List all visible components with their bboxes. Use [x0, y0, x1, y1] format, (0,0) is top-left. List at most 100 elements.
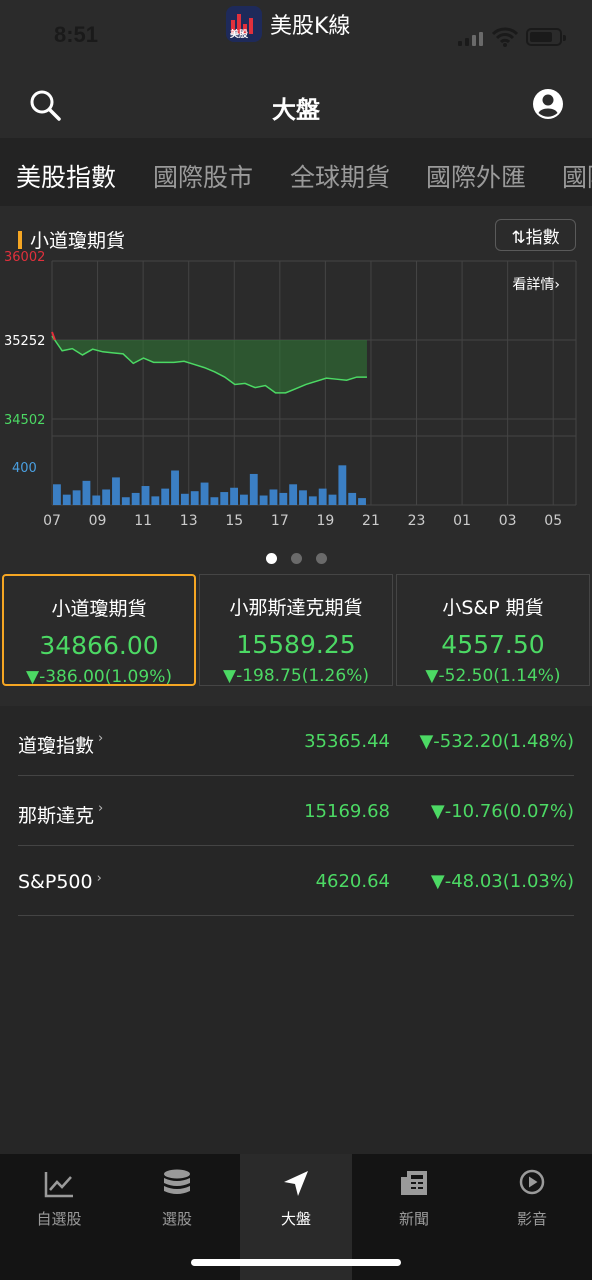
volume-bar [348, 492, 357, 505]
x-tick-label: 09 [89, 513, 107, 529]
cellular-signal-icon [458, 30, 483, 46]
y-tick-label: 35252 [4, 334, 45, 349]
futures-cards: 小道瓊期貨 34866.00 ▼-386.00(1.09%) 小那斯達克期貨 1… [0, 572, 592, 688]
x-tick-label: 17 [271, 513, 289, 529]
y-tick-label: 34502 [4, 413, 45, 428]
x-tick-label: 15 [225, 513, 243, 529]
app-indicator: 美股 美股K線 [226, 6, 350, 42]
volume-bar [180, 493, 189, 505]
tabbar-label: 影音 [516, 1210, 547, 1228]
index-name: S&P500 › [18, 871, 102, 893]
volume-axis-label: 400 [12, 461, 37, 476]
chart-header: 小道瓊期貨 [18, 226, 125, 253]
index-name: 那斯達克 › [18, 801, 104, 827]
volume-bar [328, 494, 337, 505]
play-circle-icon [519, 1169, 545, 1195]
index-change: ▼-10.76(0.07%) [430, 801, 574, 822]
page-dot[interactable] [265, 553, 277, 564]
index-change: ▼-48.03(1.03%) [430, 871, 574, 892]
x-tick-label: 19 [316, 513, 334, 529]
index-value: 35365.44 [304, 731, 390, 752]
index-row[interactable]: 道瓊指數 › 35365.44 ▼-532.20(1.48%) [18, 706, 574, 776]
volume-bar [338, 465, 347, 505]
volume-bar [240, 494, 248, 505]
tab-intl-stocks[interactable]: 國際股市 [153, 158, 253, 194]
wifi-icon [492, 27, 518, 47]
volume-bar [102, 489, 111, 505]
x-tick-label: 21 [362, 513, 380, 529]
x-tick-label: 03 [499, 513, 517, 529]
future-price: 34866.00 [39, 631, 159, 660]
volume-bar [289, 484, 298, 505]
tabbar-label: 自選股 [36, 1210, 82, 1228]
battery-icon [526, 28, 566, 46]
page-dot[interactable] [290, 553, 302, 564]
volume-bar [230, 487, 239, 505]
volume-bar [299, 490, 307, 505]
index-row[interactable]: S&P500 › 4620.64 ▼-48.03(1.03%) [18, 846, 574, 916]
index-toggle-button[interactable]: ⇅指數 [495, 219, 576, 251]
user-icon[interactable] [532, 88, 564, 120]
x-tick-label: 23 [408, 513, 426, 529]
price-area [52, 335, 367, 393]
tabbar-label: 大盤 [280, 1210, 311, 1228]
app-logo: 美股 [226, 6, 262, 42]
volume-bar [171, 470, 179, 505]
chevron-right-icon: › [96, 871, 102, 886]
database-stack-icon [164, 1169, 190, 1194]
page-dot[interactable] [315, 553, 327, 564]
chevron-right-icon: › [98, 731, 104, 746]
volume-bar [131, 492, 140, 505]
chart-trend-icon [44, 1172, 73, 1198]
volume-bar [220, 492, 229, 505]
future-name: 小S&P 期貨 [442, 597, 544, 619]
app-name: 美股K線 [270, 14, 351, 39]
status-bar: 8:51 美股 美股K線 [0, 0, 592, 70]
future-card[interactable]: 小S&P 期貨 4557.50 ▼-52.50(1.14%) [396, 574, 590, 686]
volume-bar [190, 491, 199, 505]
volume-bar [141, 486, 150, 505]
volume-bar [210, 497, 219, 505]
volume-bar [249, 473, 258, 505]
volume-bar [62, 494, 71, 505]
tabbar-watchlist[interactable]: 自選股 [0, 1154, 118, 1280]
volume-bar [358, 498, 366, 505]
future-change: ▼-386.00(1.09%) [26, 667, 172, 687]
volume-bar [82, 480, 91, 505]
volume-bar [92, 495, 101, 505]
x-tick-label: 05 [544, 513, 562, 529]
tab-us-indices[interactable]: 美股指數 [16, 158, 116, 194]
future-card[interactable]: 小那斯達克期貨 15589.25 ▼-198.75(1.26%) [199, 574, 393, 686]
future-price: 4557.50 [441, 630, 545, 659]
future-change: ▼-52.50(1.14%) [425, 666, 561, 686]
volume-bar [151, 496, 160, 505]
future-name: 小道瓊期貨 [51, 598, 147, 620]
volume-bar [308, 496, 317, 505]
home-indicator [191, 1259, 401, 1266]
index-value: 15169.68 [304, 801, 390, 822]
page-indicator [0, 553, 592, 564]
market-tabs: 美股指數 國際股市 全球期貨 國際外匯 國際 [0, 138, 592, 206]
tab-intl-more[interactable]: 國際 [562, 158, 592, 194]
intraday-chart[interactable]: 36002352523450240007 09 11 13 15 17 19 21 23 01 03… [0, 206, 592, 536]
status-time: 8:51 [54, 22, 99, 47]
future-card[interactable]: 小道瓊期貨 34866.00 ▼-386.00(1.09%) [2, 574, 196, 687]
x-tick-label: 01 [453, 513, 471, 529]
index-list: 道瓊指數 › 35365.44 ▼-532.20(1.48%) 那斯達克 › 151… [0, 706, 592, 1154]
x-tick-label: 07 [43, 513, 61, 529]
tab-global-futures[interactable]: 全球期貨 [290, 158, 390, 194]
tab-intl-forex[interactable]: 國際外匯 [426, 158, 526, 194]
index-value: 4620.64 [315, 871, 390, 892]
index-change: ▼-532.20(1.48%) [419, 731, 574, 752]
future-name: 小那斯達克期貨 [229, 597, 363, 619]
index-row[interactable]: 那斯達克 › 15169.68 ▼-10.76(0.07%) [18, 776, 574, 846]
detail-link[interactable]: 看詳情› [512, 277, 560, 293]
x-tick-label: 11 [134, 513, 152, 529]
chevron-right-icon: › [98, 801, 104, 816]
tabbar-video[interactable]: 影音 [473, 1154, 591, 1280]
future-change: ▼-198.75(1.26%) [223, 666, 369, 686]
volume-bar [200, 482, 209, 505]
volume-bar [53, 484, 61, 505]
volume-bar [259, 495, 268, 505]
volume-bar [269, 489, 278, 505]
